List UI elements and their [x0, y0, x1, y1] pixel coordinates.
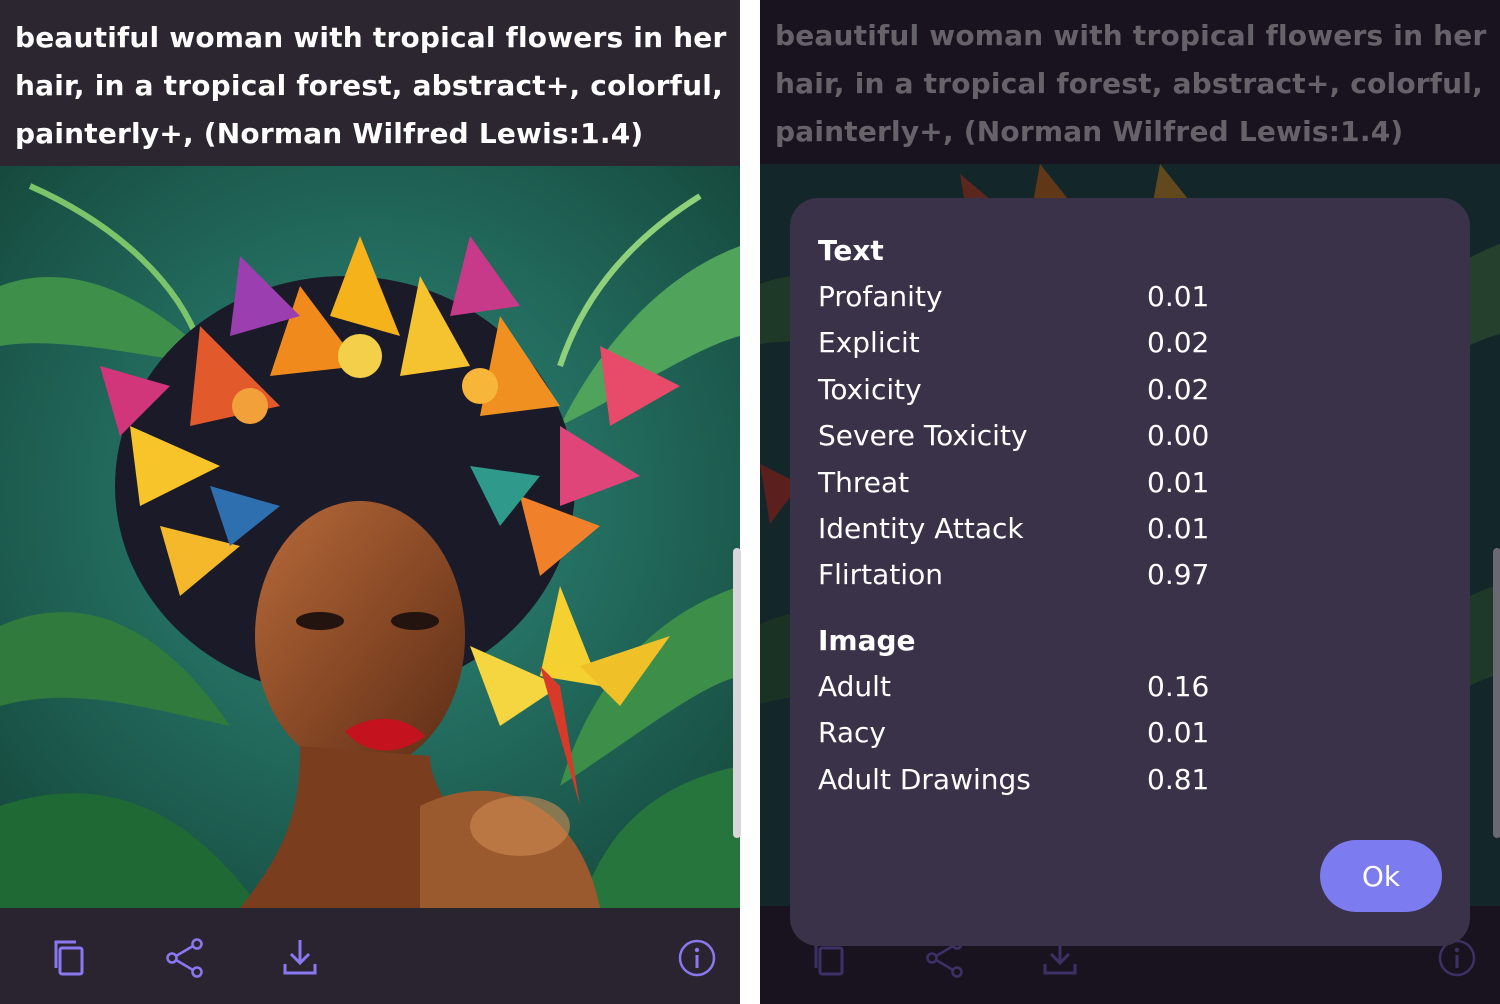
copy-icon — [54, 940, 84, 976]
share-button[interactable] — [163, 936, 207, 980]
score-label: Adult — [818, 670, 891, 703]
score-label: Explicit — [818, 326, 920, 359]
share-icon — [166, 938, 203, 978]
score-value: 0.01 — [1147, 512, 1210, 545]
score-value: 0.02 — [1147, 326, 1210, 359]
score-value: 0.01 — [1147, 466, 1210, 499]
prompt-text: beautiful woman with tropical flowers in… — [15, 14, 730, 158]
score-label: Severe Toxicity — [818, 419, 1028, 452]
prompt-line: hair, in a tropical forest, abstract+, c… — [15, 69, 723, 102]
score-row-adult: Adult 0.16 — [818, 670, 1238, 710]
scrollbar-thumb[interactable] — [1493, 548, 1500, 838]
info-icon — [678, 939, 716, 977]
ok-button[interactable]: Ok — [1320, 840, 1442, 912]
score-value: 0.01 — [1147, 280, 1210, 313]
score-row-adult-drawings: Adult Drawings 0.81 — [818, 763, 1238, 803]
score-row-toxicity: Toxicity 0.02 — [818, 373, 1238, 413]
scrollbar-thumb[interactable] — [733, 548, 741, 838]
score-value: 0.16 — [1147, 670, 1210, 703]
copy-button[interactable] — [48, 936, 92, 980]
download-button[interactable] — [278, 936, 322, 980]
score-label: Identity Attack — [818, 512, 1024, 545]
score-row-racy: Racy 0.01 — [818, 716, 1238, 756]
moderation-scores-dialog: Text Profanity 0.01 Explicit 0.02 Toxici… — [790, 198, 1470, 946]
image-detail-screen: beautiful woman with tropical flowers in… — [0, 0, 740, 1004]
score-value: 0.02 — [1147, 373, 1210, 406]
bottom-toolbar — [0, 908, 740, 1004]
score-row-profanity: Profanity 0.01 — [818, 280, 1238, 320]
score-row-explicit: Explicit 0.02 — [818, 326, 1238, 366]
info-button[interactable] — [675, 936, 719, 980]
tropical-portrait-illustration — [0, 166, 740, 908]
score-value: 0.00 — [1147, 419, 1210, 452]
score-value: 0.97 — [1147, 558, 1210, 591]
score-label: Profanity — [818, 280, 943, 313]
score-row-identity-attack: Identity Attack 0.01 — [818, 512, 1238, 552]
image-section-title: Image — [818, 624, 916, 657]
score-value: 0.01 — [1147, 716, 1210, 749]
score-value: 0.81 — [1147, 763, 1210, 796]
score-label: Toxicity — [818, 373, 922, 406]
score-row-threat: Threat 0.01 — [818, 466, 1238, 506]
text-section-title: Text — [818, 234, 884, 267]
score-row-severe-toxicity: Severe Toxicity 0.00 — [818, 419, 1238, 459]
generated-image[interactable] — [0, 166, 740, 908]
score-label: Threat — [818, 466, 910, 499]
prompt-line: painterly+, (Norman Wilfred Lewis:1.4) — [15, 117, 644, 150]
score-row-flirtation: Flirtation 0.97 — [818, 558, 1238, 598]
prompt-line: beautiful woman with tropical flowers in… — [15, 21, 727, 54]
score-label: Adult Drawings — [818, 763, 1031, 796]
moderation-dialog-screen: beautiful woman with tropical flowers in… — [760, 0, 1500, 1004]
download-icon — [283, 940, 317, 975]
score-label: Racy — [818, 716, 886, 749]
score-label: Flirtation — [818, 558, 943, 591]
